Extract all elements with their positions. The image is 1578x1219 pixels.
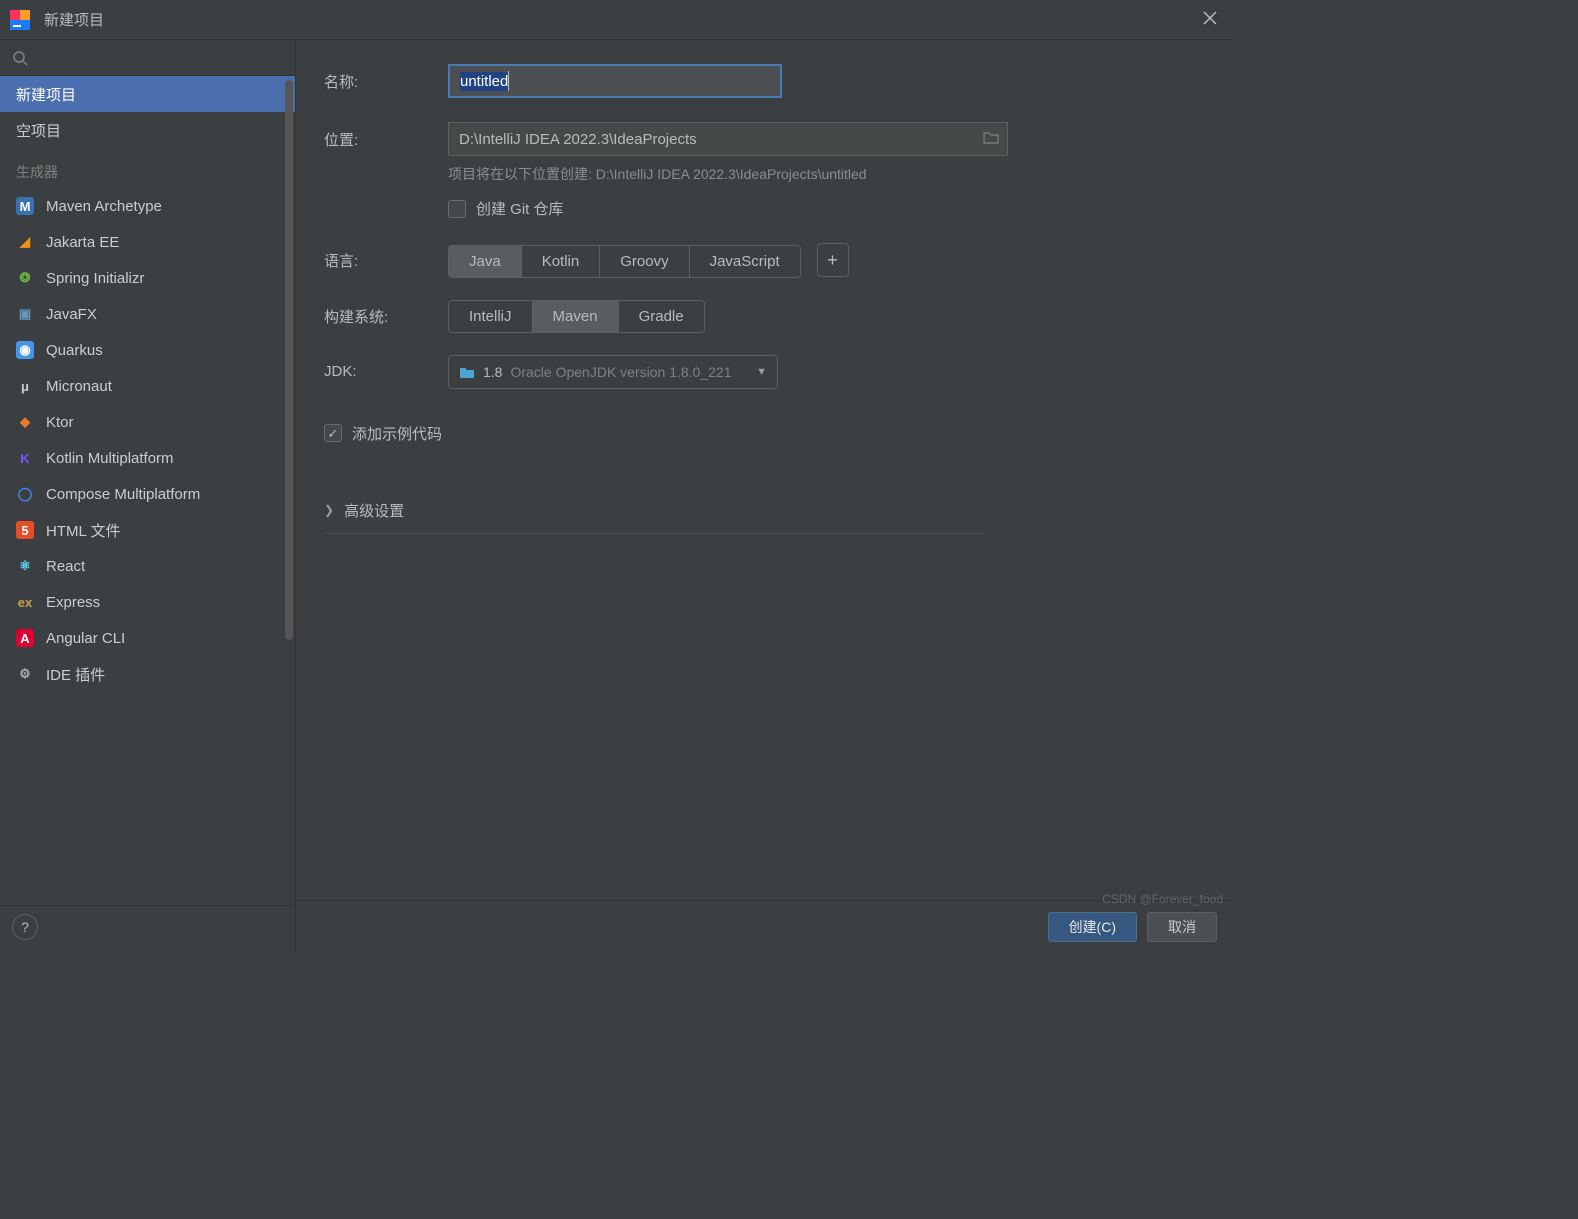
language-segmented: JavaKotlinGroovyJavaScript — [448, 245, 801, 278]
name-input[interactable]: untitled — [448, 64, 782, 98]
generator-label: Compose Multiplatform — [46, 486, 200, 503]
git-label: 创建 Git 仓库 — [476, 198, 564, 219]
build-segmented: IntelliJMavenGradle — [448, 300, 705, 333]
language-option-java[interactable]: Java — [449, 246, 522, 277]
browse-folder-icon[interactable] — [983, 130, 999, 148]
build-option-intellij[interactable]: IntelliJ — [449, 301, 533, 332]
generator-item-5[interactable]: μ Micronaut — [0, 368, 295, 404]
generator-label: Ktor — [46, 414, 74, 431]
sidebar-item-1[interactable]: 空项目 — [0, 112, 295, 148]
chevron-right-icon: ❯ — [324, 503, 334, 517]
generator-label: Express — [46, 594, 100, 611]
build-option-gradle[interactable]: Gradle — [619, 301, 704, 332]
location-input-value: D:\IntelliJ IDEA 2022.3\IdeaProjects — [459, 131, 697, 148]
generator-icon: ⚛ — [16, 557, 34, 575]
generator-item-9[interactable]: 5 HTML 文件 — [0, 512, 295, 548]
generator-item-12[interactable]: A Angular CLI — [0, 620, 295, 656]
generator-icon: 5 — [16, 521, 34, 539]
generator-label: React — [46, 558, 85, 575]
generator-label: Jakarta EE — [46, 234, 119, 251]
generator-icon: M — [16, 197, 34, 215]
build-option-maven[interactable]: Maven — [533, 301, 619, 332]
generator-icon: ex — [16, 593, 34, 611]
advanced-settings-toggle[interactable]: ❯ 高级设置 — [324, 488, 984, 534]
cancel-button[interactable]: 取消 — [1147, 912, 1217, 942]
generator-icon: μ — [16, 377, 34, 395]
generator-label: HTML 文件 — [46, 520, 120, 541]
generator-item-13[interactable]: ⚙ IDE 插件 — [0, 656, 295, 692]
generator-label: Maven Archetype — [46, 198, 162, 215]
name-input-value: untitled — [460, 72, 508, 91]
name-label: 名称: — [324, 71, 448, 92]
chevron-down-icon: ▼ — [756, 366, 767, 378]
sidebar: 新建项目空项目 生成器 M Maven Archetype ◢ Jakarta EE ❂… — [0, 40, 296, 952]
close-icon[interactable] — [1195, 5, 1225, 34]
generator-icon: ◉ — [16, 341, 34, 359]
advanced-label: 高级设置 — [344, 500, 404, 521]
generator-icon: K — [16, 449, 34, 467]
jdk-version: 1.8 — [483, 364, 502, 380]
generator-item-0[interactable]: M Maven Archetype — [0, 188, 295, 224]
generator-item-4[interactable]: ◉ Quarkus — [0, 332, 295, 368]
sample-code-label: 添加示例代码 — [352, 423, 442, 444]
build-label: 构建系统: — [324, 306, 448, 327]
language-option-kotlin[interactable]: Kotlin — [522, 246, 601, 277]
language-label: 语言: — [324, 250, 448, 271]
location-label: 位置: — [324, 129, 448, 150]
jdk-dropdown[interactable]: 1.8 Oracle OpenJDK version 1.8.0_221 ▼ — [448, 355, 778, 389]
generator-icon: A — [16, 629, 34, 647]
generator-item-10[interactable]: ⚛ React — [0, 548, 295, 584]
sample-code-checkbox[interactable] — [324, 424, 342, 442]
generator-label: Spring Initializr — [46, 270, 144, 287]
titlebar: 新建项目 — [0, 0, 1233, 40]
location-input[interactable]: D:\IntelliJ IDEA 2022.3\IdeaProjects — [448, 122, 1008, 156]
generator-item-1[interactable]: ◢ Jakarta EE — [0, 224, 295, 260]
generator-label: Kotlin Multiplatform — [46, 450, 174, 467]
generator-icon: ◢ — [16, 233, 34, 251]
create-button[interactable]: 创建(C) — [1048, 912, 1137, 942]
jdk-description: Oracle OpenJDK version 1.8.0_221 — [510, 364, 731, 380]
search-icon — [12, 50, 28, 66]
generator-icon: ◯ — [16, 485, 34, 503]
generator-icon: ⚙ — [16, 665, 34, 683]
generator-label: Quarkus — [46, 342, 103, 359]
generator-icon: ❂ — [16, 269, 34, 287]
generator-label: Angular CLI — [46, 630, 125, 647]
sidebar-item-0[interactable]: 新建项目 — [0, 76, 295, 112]
generator-item-7[interactable]: K Kotlin Multiplatform — [0, 440, 295, 476]
generator-icon: ◆ — [16, 413, 34, 431]
sidebar-scrollbar[interactable] — [285, 80, 293, 640]
generator-label: JavaFX — [46, 306, 97, 323]
generator-label: Micronaut — [46, 378, 112, 395]
git-checkbox[interactable] — [448, 200, 466, 218]
folder-icon — [459, 365, 475, 379]
sidebar-section-generators: 生成器 — [0, 148, 295, 188]
generator-item-8[interactable]: ◯ Compose Multiplatform — [0, 476, 295, 512]
search-input[interactable] — [0, 40, 295, 76]
add-language-button[interactable]: + — [817, 243, 849, 277]
language-option-javascript[interactable]: JavaScript — [690, 246, 800, 277]
generator-item-3[interactable]: ▣ JavaFX — [0, 296, 295, 332]
sidebar-item-label: 新建项目 — [16, 84, 76, 105]
generator-item-11[interactable]: ex Express — [0, 584, 295, 620]
jdk-label: JDK: — [324, 363, 448, 380]
location-hint: 项目将在以下位置创建: D:\IntelliJ IDEA 2022.3\Idea… — [448, 164, 1205, 184]
language-option-groovy[interactable]: Groovy — [600, 246, 689, 277]
generator-item-6[interactable]: ◆ Ktor — [0, 404, 295, 440]
generator-label: IDE 插件 — [46, 664, 105, 685]
intellij-icon — [8, 8, 32, 32]
footer: 创建(C) 取消 — [296, 900, 1233, 952]
main-panel: 名称: untitled 位置: D:\IntelliJ IDEA 2022.3… — [296, 40, 1233, 952]
window-title: 新建项目 — [44, 9, 1195, 30]
generator-item-2[interactable]: ❂ Spring Initializr — [0, 260, 295, 296]
sidebar-item-label: 空项目 — [16, 120, 61, 141]
generator-icon: ▣ — [16, 305, 34, 323]
help-button[interactable]: ? — [12, 914, 38, 940]
